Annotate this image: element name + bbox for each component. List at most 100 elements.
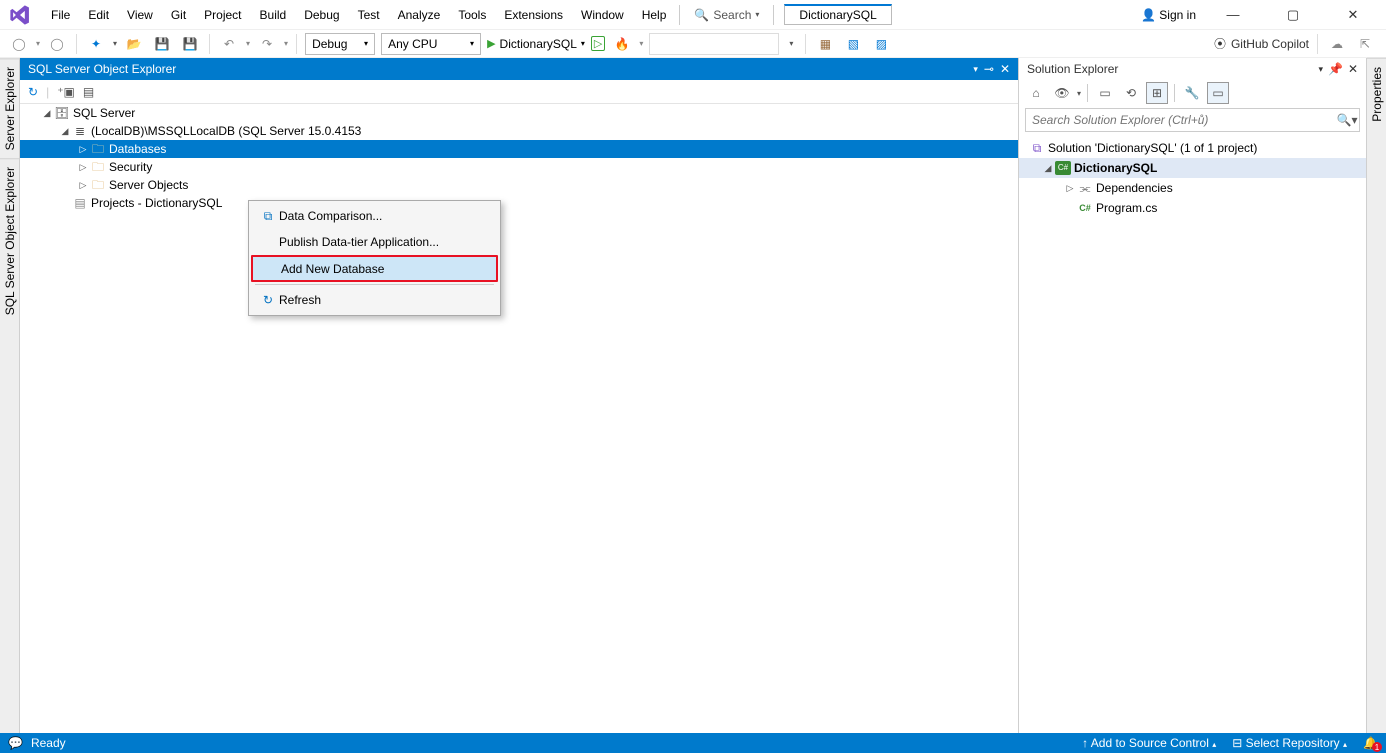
- menu-extensions[interactable]: Extensions: [495, 0, 572, 30]
- redo-icon[interactable]: ↷: [256, 33, 278, 55]
- ctx-label: Add New Database: [281, 262, 384, 276]
- chevron-icon: ▾: [36, 39, 40, 48]
- open-icon[interactable]: 📂: [123, 33, 145, 55]
- ctx-refresh[interactable]: ↻ Refresh: [251, 287, 498, 313]
- switch-views-icon[interactable]: 👁: [1051, 82, 1073, 104]
- node-server-objects[interactable]: ▷ 🗀 Server Objects: [20, 176, 1018, 194]
- right-side-tabs: Properties: [1366, 58, 1386, 733]
- csproj-icon: C#: [1055, 161, 1071, 175]
- minimize-button[interactable]: —: [1210, 7, 1256, 22]
- pending-icon[interactable]: ▭: [1094, 82, 1116, 104]
- menu-edit[interactable]: Edit: [79, 0, 118, 30]
- preview-icon[interactable]: ▭: [1207, 82, 1229, 104]
- menu-help[interactable]: Help: [633, 0, 676, 30]
- ctx-data-comparison[interactable]: ⧉ Data Comparison...: [251, 203, 498, 229]
- toolbar-btn-1[interactable]: ▦: [814, 33, 836, 55]
- solution-icon: ⧉: [1029, 139, 1045, 157]
- toolbar-btn-3[interactable]: ▨: [870, 33, 892, 55]
- group-icon[interactable]: ▤: [83, 85, 94, 99]
- show-all-icon[interactable]: ⊞: [1146, 82, 1168, 104]
- chevron-down-icon: ▾: [364, 39, 368, 48]
- chevron-up-icon: ▴: [1343, 740, 1347, 749]
- select-repository[interactable]: ⊟ Select Repository ▴: [1232, 736, 1347, 750]
- node-databases[interactable]: ▷ 🗀 Databases: [20, 140, 1018, 158]
- tab-sql-server-object-explorer[interactable]: SQL Server Object Explorer: [0, 158, 19, 323]
- solution-search[interactable]: 🔍▾: [1025, 108, 1360, 132]
- sign-in[interactable]: 👤 Sign in: [1141, 8, 1196, 22]
- ctx-add-new-database[interactable]: Add New Database: [251, 255, 498, 282]
- github-copilot[interactable]: ⦿ GitHub Copilot: [1214, 35, 1309, 52]
- menu-build[interactable]: Build: [251, 0, 296, 30]
- close-panel-icon[interactable]: ✕: [1348, 62, 1358, 76]
- toolbar-btn-2[interactable]: ▧: [842, 33, 864, 55]
- add-to-source-control[interactable]: ↑ Add to Source Control ▴: [1082, 736, 1216, 750]
- output-icon[interactable]: 💬: [8, 736, 23, 750]
- node-instance[interactable]: ◢ ≣ (LocalDB)\MSSQLLocalDB (SQL Server 1…: [20, 122, 1018, 140]
- share-icon[interactable]: ⇱: [1354, 33, 1376, 55]
- node-label: Security: [106, 158, 152, 176]
- node-dependencies[interactable]: ▷ ⫘ Dependencies: [1019, 178, 1366, 198]
- node-solution[interactable]: ⧉ Solution 'DictionarySQL' (1 of 1 proje…: [1019, 138, 1366, 158]
- node-program-cs[interactable]: C# Program.cs: [1019, 198, 1366, 218]
- sync-icon[interactable]: ⟲: [1120, 82, 1142, 104]
- menu-tools[interactable]: Tools: [449, 0, 495, 30]
- ctx-label: Refresh: [279, 293, 321, 307]
- left-side-tabs: Server Explorer SQL Server Object Explor…: [0, 58, 20, 733]
- tab-properties[interactable]: Properties: [1367, 58, 1386, 130]
- hot-reload-icon[interactable]: 🔥: [611, 33, 633, 55]
- config-select[interactable]: Debug ▾: [305, 33, 375, 55]
- pin-icon[interactable]: ⊸: [984, 62, 994, 76]
- search-icon[interactable]: 🔍▾: [1335, 113, 1359, 127]
- node-projects[interactable]: ▷ ▤ Projects - DictionarySQL: [20, 194, 1018, 212]
- nav-fwd-button[interactable]: ◯: [46, 33, 68, 55]
- node-label: Server Objects: [106, 176, 188, 194]
- window-position-icon[interactable]: ▾: [1318, 64, 1323, 75]
- search-box[interactable]: [649, 33, 779, 55]
- refresh-icon[interactable]: ↻: [28, 85, 38, 99]
- menu-debug[interactable]: Debug: [295, 0, 348, 30]
- notifications[interactable]: 🔔 1: [1363, 736, 1378, 750]
- node-label: Solution 'DictionarySQL' (1 of 1 project…: [1045, 139, 1257, 157]
- node-security[interactable]: ▷ 🗀 Security: [20, 158, 1018, 176]
- node-project[interactable]: ◢ C# DictionarySQL: [1019, 158, 1366, 178]
- properties-icon[interactable]: 🔧: [1181, 82, 1203, 104]
- pin-icon[interactable]: 📌: [1328, 62, 1343, 76]
- home-icon[interactable]: ⌂: [1025, 82, 1047, 104]
- separator: [805, 34, 806, 54]
- nav-back-button[interactable]: ◯: [8, 33, 30, 55]
- separator: [1174, 84, 1175, 102]
- chevron-icon: ▾: [246, 39, 250, 48]
- save-all-icon[interactable]: 💾: [179, 33, 201, 55]
- separator: [209, 34, 210, 54]
- start-button[interactable]: ▶ DictionarySQL ▾: [487, 37, 585, 51]
- window-position-icon[interactable]: ▾: [973, 64, 978, 75]
- node-label: DictionarySQL: [1071, 159, 1157, 177]
- new-item-icon[interactable]: ✦: [85, 33, 107, 55]
- save-icon[interactable]: 💾: [151, 33, 173, 55]
- node-sql-server[interactable]: ◢ 🗄 SQL Server: [20, 104, 1018, 122]
- tab-server-explorer[interactable]: Server Explorer: [0, 58, 19, 158]
- separator: [773, 5, 774, 25]
- menu-search[interactable]: 🔍 Search ▾: [684, 8, 769, 22]
- toolbar: ◯ ▾ ◯ ✦ ▾ 📂 💾 💾 ↶ ▾ ↷ ▾ Debug ▾ Any CPU …: [0, 30, 1386, 58]
- dependencies-icon: ⫘: [1077, 179, 1093, 197]
- undo-icon[interactable]: ↶: [218, 33, 240, 55]
- solution-search-input[interactable]: [1026, 113, 1335, 127]
- close-button[interactable]: ✕: [1330, 7, 1376, 23]
- menu-project[interactable]: Project: [195, 0, 250, 30]
- add-server-icon[interactable]: ⁺▣: [57, 85, 75, 99]
- menu-analyze[interactable]: Analyze: [389, 0, 450, 30]
- menu-file[interactable]: File: [42, 0, 79, 30]
- maximize-button[interactable]: ▢: [1270, 7, 1316, 23]
- menu-git[interactable]: Git: [162, 0, 195, 30]
- close-panel-icon[interactable]: ✕: [1000, 62, 1010, 76]
- refresh-icon: ↻: [257, 293, 279, 307]
- active-tab[interactable]: DictionarySQL: [784, 4, 891, 25]
- menu-view[interactable]: View: [118, 0, 162, 30]
- platform-select[interactable]: Any CPU ▾: [381, 33, 481, 55]
- menu-window[interactable]: Window: [572, 0, 633, 30]
- menu-test[interactable]: Test: [349, 0, 389, 30]
- start-no-debug-icon[interactable]: ▷: [591, 36, 605, 51]
- cloud-icon[interactable]: ☁: [1326, 33, 1348, 55]
- ctx-publish-data-tier[interactable]: Publish Data-tier Application...: [251, 229, 498, 255]
